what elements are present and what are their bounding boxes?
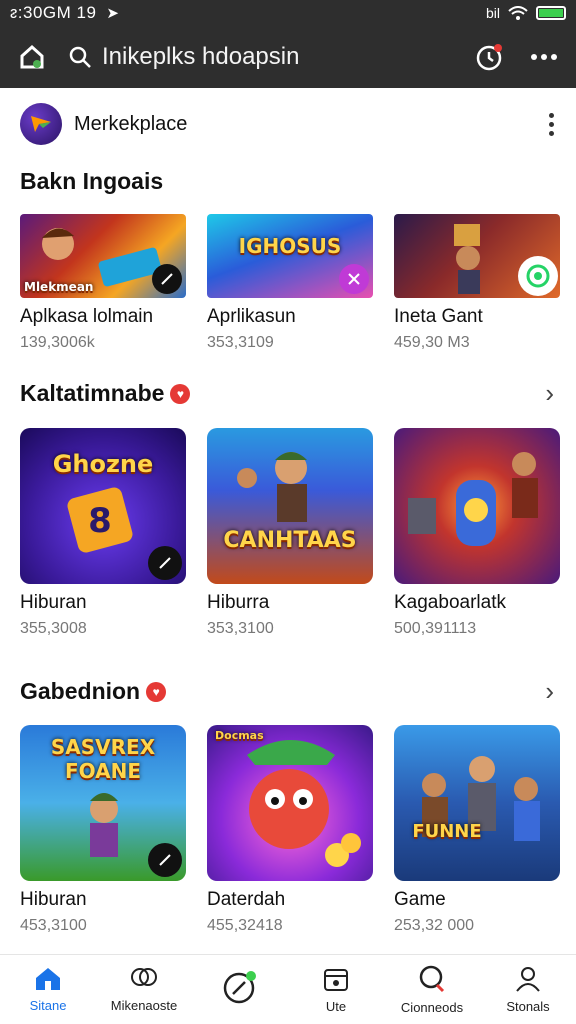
shuffle-badge-icon: [339, 264, 369, 294]
wifi-icon: [508, 6, 528, 20]
app-card[interactable]: Mlekmean Aplkasa lolmain 139,3006k: [20, 214, 186, 352]
app-card[interactable]: Ghozne 8 Hiburan 355,3008: [20, 428, 186, 638]
app-meta: 455,32418: [207, 917, 283, 934]
nav-label: Cionneods: [400, 1000, 464, 1015]
section-row-1: Mlekmean Aplkasa lolmain 139,3006k IGHOS…: [20, 214, 560, 352]
home-icon: [36, 968, 60, 990]
section-row-2: Ghozne 8 Hiburan 355,3008 CANHTAAS Hibur…: [20, 428, 560, 638]
robot-illustration-icon: [408, 452, 538, 546]
app-label: Aplkasa lolmain: [20, 306, 154, 327]
app-card[interactable]: SASVREX FOANE Hiburan 453,3100: [20, 725, 186, 935]
bottom-nav: Sitane Mikenaoste Ute Cionneods Stonals: [0, 954, 576, 1024]
app-thumbnail[interactable]: SASVREX FOANE: [20, 725, 186, 881]
app-meta: 353,3100: [207, 620, 274, 637]
section-title-1: Bakn Ingoais: [20, 168, 163, 195]
search-icon[interactable]: [68, 45, 92, 69]
app-label: Hiburra: [207, 592, 270, 613]
app-meta: 353,3109: [207, 334, 274, 351]
app-label: Aprlikasun: [207, 306, 296, 327]
app-thumbnail[interactable]: IGHOSUS: [207, 214, 373, 298]
section-title-text: Gabednion: [20, 678, 141, 704]
calendar-icon: [324, 969, 348, 991]
section-title-text: Bakn Ingoais: [20, 168, 164, 194]
chevron-right-icon[interactable]: ›: [545, 676, 554, 707]
app-thumbnail[interactable]: [394, 428, 560, 584]
home-icon[interactable]: [18, 43, 46, 71]
section-row-3: SASVREX FOANE Hiburan 453,3100 Docmas Da…: [20, 725, 560, 935]
app-meta: 459,30 M3: [394, 334, 470, 351]
section-title-text: Kaltatimnabe: [20, 380, 165, 406]
app-meta: 139,3006k: [20, 334, 95, 351]
team-illustration-icon: [422, 756, 540, 841]
page-title[interactable]: Inikeplks hdoapsin: [102, 43, 299, 71]
app-card[interactable]: CANHTAAS Hiburra 353,3100: [207, 428, 373, 638]
thumbnail-caption: IGHOSUS: [238, 234, 342, 258]
profile-icon: [516, 967, 540, 992]
app-label: Ineta Gant: [394, 306, 483, 327]
app-label: Hiburan: [20, 592, 87, 613]
location-arrow-icon: ➤: [106, 5, 119, 22]
app-meta: 253,32 000: [394, 917, 475, 934]
svg-text:8: 8: [88, 501, 112, 541]
signal-label: bil: [485, 5, 500, 21]
cartoon-mascot-icon: [247, 740, 361, 867]
app-card[interactable]: FUNNE Game 253,32 000: [394, 725, 560, 935]
thumbnail-caption: CANHTAAS: [223, 528, 357, 553]
section-title-3: Gabednion ♥: [20, 678, 167, 705]
community-icon: [131, 968, 157, 986]
app-thumbnail[interactable]: CANHTAAS: [207, 428, 373, 584]
app-meta: 453,3100: [20, 917, 87, 934]
more-options-icon[interactable]: [530, 53, 558, 61]
compass-icon: [223, 970, 256, 1003]
app-thumbnail[interactable]: Mlekmean: [20, 214, 186, 298]
search-icon: [419, 965, 445, 993]
thumbnail-caption: FUNNE: [412, 821, 482, 842]
clock-notification-icon[interactable]: [474, 42, 504, 72]
app-label: Daterdah: [207, 889, 286, 910]
nav-label: Sitane: [29, 998, 67, 1013]
app-bar: Inikeplks hdoapsin: [0, 26, 576, 88]
heart-badge-icon: ♥: [146, 681, 167, 702]
nav-item-community[interactable]: Mikenaoste: [96, 955, 192, 1024]
heart-badge-icon: ♥: [170, 383, 191, 404]
nav-item-profile[interactable]: Stonals: [480, 955, 576, 1024]
app-label: Hiburan: [20, 889, 87, 910]
edit-badge-icon: [148, 843, 182, 877]
edit-badge-icon: [148, 546, 182, 580]
marketplace-header: Merkekplace: [0, 96, 576, 152]
chevron-right-icon[interactable]: ›: [545, 378, 554, 409]
status-time: ᴤ:30GM 19: [10, 3, 97, 22]
marketplace-logo-icon: [20, 103, 62, 145]
app-card[interactable]: Docmas Daterdah 455,32418: [207, 725, 373, 935]
edit-badge-icon: [152, 264, 182, 294]
app-thumbnail[interactable]: [394, 214, 560, 298]
battery-icon: [536, 6, 566, 20]
app-label: Kagaboarlatk: [394, 592, 506, 613]
status-bar: ᴤ:30GM 19 ➤ bil: [0, 0, 576, 26]
app-thumbnail[interactable]: Ghozne 8: [20, 428, 186, 584]
app-thumbnail[interactable]: FUNNE: [394, 725, 560, 881]
marketplace-name: Merkekplace: [74, 112, 188, 135]
section-title-2: Kaltatimnabe ♥: [20, 380, 191, 407]
nav-item-calendar[interactable]: Ute: [288, 955, 384, 1024]
app-card[interactable]: Kagaboarlatk 500,391113: [394, 428, 560, 638]
nav-item-compass[interactable]: [192, 955, 288, 1024]
app-meta: 500,391113: [394, 620, 477, 637]
marketplace-menu-icon[interactable]: [546, 112, 556, 136]
nav-label: Stonals: [506, 999, 550, 1014]
whatsapp-icon[interactable]: [518, 256, 558, 296]
nav-label: Ute: [325, 999, 347, 1014]
nav-label: Mikenaoste: [110, 998, 178, 1013]
nav-item-home[interactable]: Sitane: [0, 955, 96, 1024]
app-card[interactable]: IGHOSUS Aprlikasun 353,3109: [207, 214, 373, 352]
app-label: Game: [394, 889, 446, 910]
nav-item-search[interactable]: Cionneods: [384, 955, 480, 1024]
app-meta: 355,3008: [20, 620, 87, 637]
app-card[interactable]: Ineta Gant 459,30 M3: [394, 214, 560, 352]
app-thumbnail[interactable]: Docmas: [207, 725, 373, 881]
character-illustration-icon: [237, 452, 307, 522]
